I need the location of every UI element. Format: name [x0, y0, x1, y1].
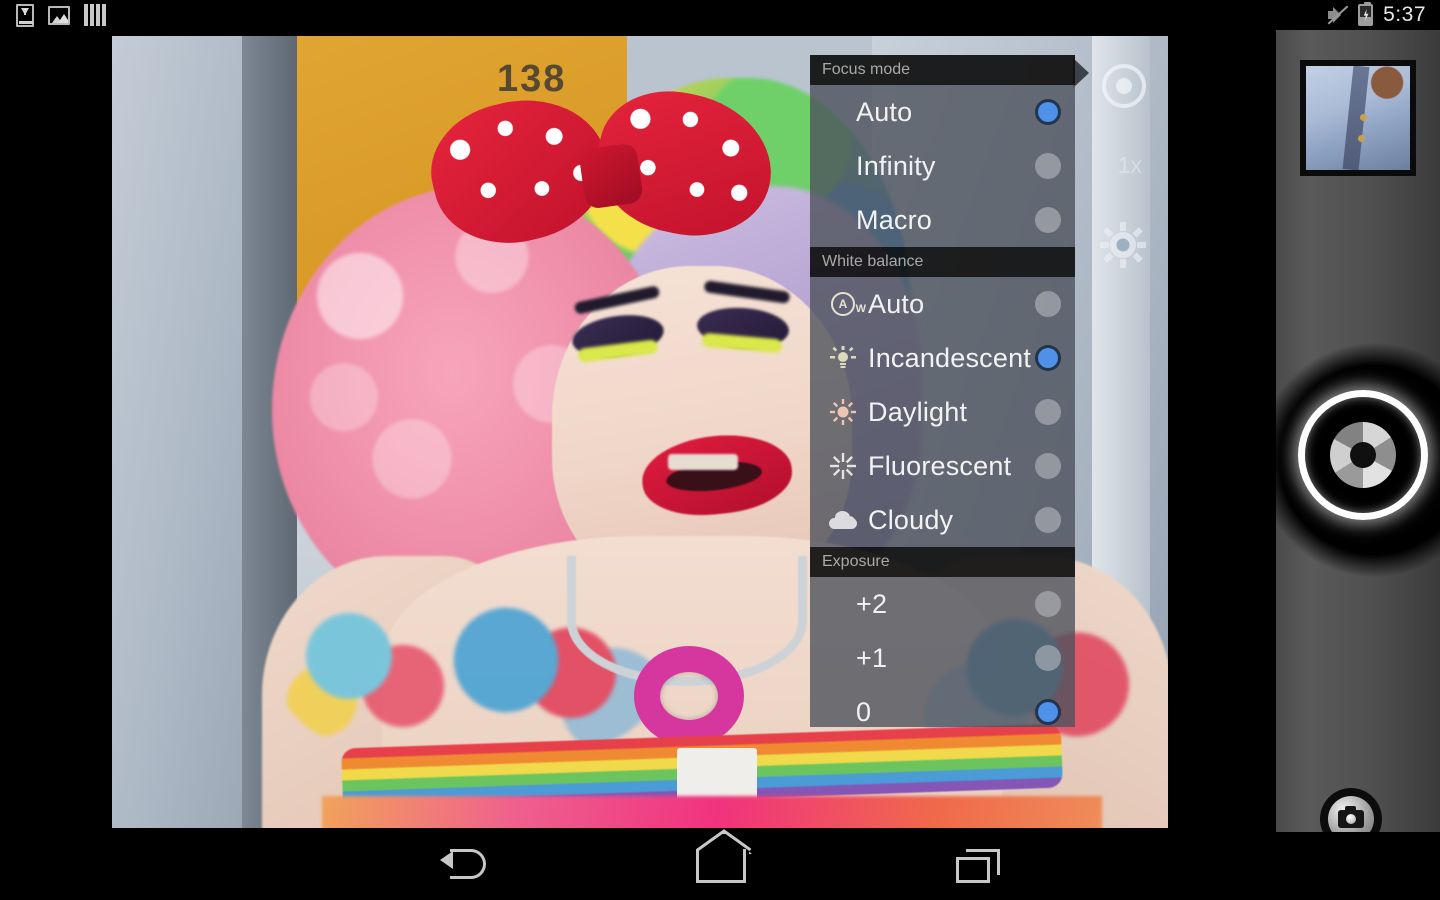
radio-unselected[interactable] [1035, 291, 1061, 317]
section-body-white-balance: A Auto Incandesc [810, 277, 1075, 547]
radio-unselected[interactable] [1035, 591, 1061, 617]
popup-pointer [1073, 58, 1089, 88]
auto-white-balance-icon: A [826, 292, 866, 316]
radio-selected[interactable] [1035, 345, 1061, 371]
option-label: Auto [868, 288, 925, 319]
option-label: Infinity [856, 150, 936, 181]
radio-unselected[interactable] [1035, 645, 1061, 671]
option-label: +2 [856, 588, 888, 619]
radio-unselected[interactable] [1035, 453, 1061, 479]
camera-icon [1338, 806, 1364, 828]
picture-icon [48, 5, 70, 25]
option-wb-incandescent[interactable]: Incandescent [810, 331, 1075, 385]
option-label: Auto [856, 96, 913, 127]
option-focus-auto[interactable]: Auto [810, 85, 1075, 139]
section-header-exposure: Exposure [810, 547, 1075, 577]
radio-unselected[interactable] [1035, 207, 1061, 233]
option-wb-cloudy[interactable]: Cloudy [810, 493, 1075, 547]
option-exposure-plus1[interactable]: +1 [810, 631, 1075, 685]
radio-unselected[interactable] [1035, 507, 1061, 533]
option-label: 0 [856, 696, 872, 727]
option-label: Daylight [868, 396, 968, 427]
cloud-icon [826, 511, 860, 529]
option-label: Macro [856, 204, 933, 235]
sun-icon [826, 399, 860, 425]
screen: 5:37 138 1x Focus mode Auto Infinity Mac… [0, 0, 1440, 900]
mute-icon [1326, 4, 1349, 26]
status-bar: 5:37 [0, 0, 1440, 30]
section-body-exposure: +2 +1 0 [810, 577, 1075, 727]
nav-home-button[interactable] [696, 829, 752, 883]
camera-controls-panel [1276, 30, 1440, 850]
option-label: Incandescent [868, 342, 1032, 373]
last-photo-thumbnail[interactable] [1300, 60, 1416, 176]
shutter-button[interactable] [1298, 390, 1428, 520]
radio-selected[interactable] [1035, 99, 1061, 125]
incandescent-bulb-icon [826, 345, 860, 371]
zoom-indicator[interactable]: 1x [1118, 152, 1142, 179]
nav-back-button[interactable] [440, 849, 486, 883]
settings-gear-icon[interactable] [1100, 222, 1146, 268]
section-header-focus-mode: Focus mode [810, 55, 1075, 85]
section-body-focus-mode: Auto Infinity Macro [810, 85, 1075, 247]
nav-recents-button[interactable] [956, 849, 1000, 883]
option-wb-fluorescent[interactable]: Fluorescent [810, 439, 1075, 493]
aperture-icon [1330, 422, 1396, 488]
option-wb-daylight[interactable]: Daylight [810, 385, 1075, 439]
radio-unselected[interactable] [1035, 399, 1061, 425]
status-bar-right: 5:37 [1326, 2, 1440, 27]
option-exposure-plus2[interactable]: +2 [810, 577, 1075, 631]
radio-unselected[interactable] [1035, 153, 1061, 179]
option-focus-macro[interactable]: Macro [810, 193, 1075, 247]
fluorescent-icon [826, 453, 860, 479]
camera-settings-popup[interactable]: Focus mode Auto Infinity Macro White bal… [810, 55, 1075, 727]
radio-selected[interactable] [1035, 699, 1061, 725]
android-nav-bar [0, 829, 1440, 900]
download-icon [16, 3, 34, 27]
scene-mode-icon[interactable] [1102, 64, 1146, 108]
film-strip-icon [84, 4, 106, 26]
option-label: Fluorescent [868, 450, 1012, 481]
option-exposure-zero[interactable]: 0 [810, 685, 1075, 727]
status-bar-clock: 5:37 [1383, 3, 1426, 26]
option-label: Cloudy [868, 504, 954, 535]
battery-charging-icon [1358, 2, 1374, 26]
option-label: +1 [856, 642, 888, 673]
section-header-white-balance: White balance [810, 247, 1075, 277]
option-focus-infinity[interactable]: Infinity [810, 139, 1075, 193]
option-wb-auto[interactable]: A Auto [810, 277, 1075, 331]
status-bar-left-icons [0, 3, 106, 27]
